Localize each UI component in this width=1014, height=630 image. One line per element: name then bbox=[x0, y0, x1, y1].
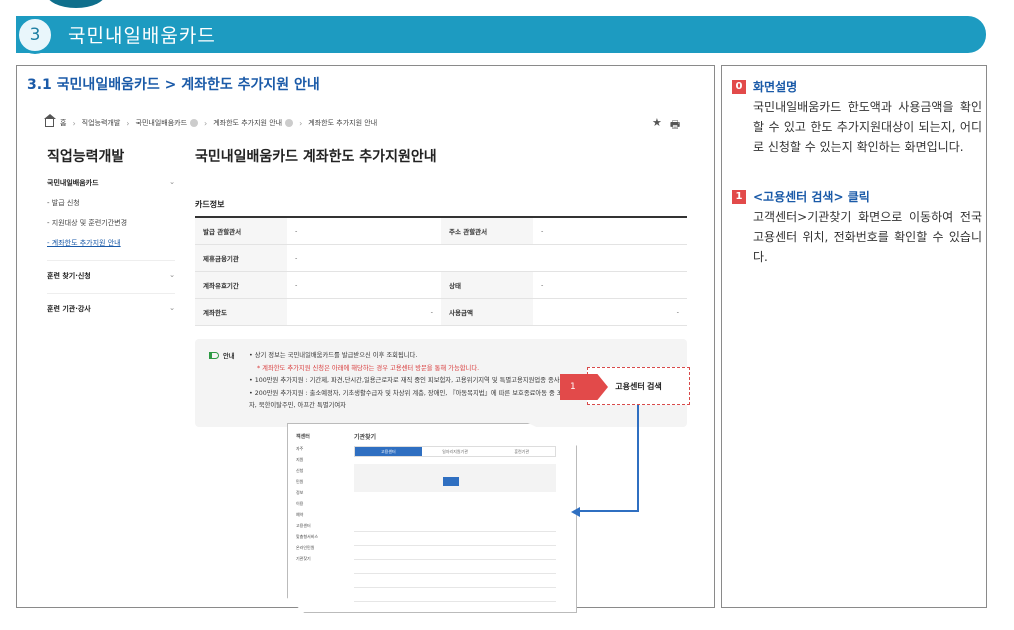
table-header-cell: 계좌유효기간 bbox=[195, 271, 287, 299]
result-screen-thumbnail: 객센터 자주 지원 신청 민원 정보 이용 예약 고용센터 맞춤형서비스 온라인… bbox=[287, 423, 577, 613]
table-cell: - bbox=[287, 271, 441, 299]
notice-line: • 상기 정보는 국민내일배움카드를 발급받으신 이후 조회됩니다. bbox=[249, 352, 418, 359]
thumbnail-side-item: 신청 bbox=[296, 468, 304, 473]
dropdown-icon bbox=[285, 119, 294, 127]
description-item-1: 1 <고용센터 검색> 클릭 고객센터>기관찾기 화면으로 이동하여 전국 고용센… bbox=[732, 187, 982, 267]
step-badge: 0 bbox=[732, 80, 746, 94]
chevron-down-icon: ⌄ bbox=[169, 271, 175, 279]
content-heading: 국민내일배움카드 계좌한도 추가지원안내 bbox=[195, 149, 437, 165]
sidebar-group-institutions[interactable]: 훈련 기관·강사 ⌄ bbox=[47, 293, 175, 314]
chevron-right-icon: › bbox=[299, 118, 303, 128]
breadcrumb-current: 계좌한도 추가지원 안내 bbox=[308, 119, 378, 127]
thumbnail-row bbox=[354, 548, 556, 560]
employment-center-search-button[interactable]: 고용센터 검색 bbox=[615, 380, 662, 392]
chevron-down-icon: ⌄ bbox=[169, 178, 175, 186]
page-title: 국민내일배움카드 bbox=[68, 25, 216, 47]
section-title: 3.1 국민내일배움카드 > 계좌한도 추가지원 안내 bbox=[27, 77, 320, 93]
connector-arrow-line bbox=[579, 510, 639, 512]
description-panel: 0 화면설명 국민내일배움카드 한도액과 사용금액을 확인할 수 있고 한도 추가… bbox=[721, 65, 987, 608]
breadcrumb-item[interactable]: 계좌한도 추가지원 안내 bbox=[213, 118, 294, 128]
description-title: <고용센터 검색> 클릭 bbox=[753, 190, 870, 204]
chevron-right-icon: › bbox=[72, 118, 76, 128]
description-body: 국민내일배움카드 한도액과 사용금액을 확인할 수 있고 한도 추가지원대상이 … bbox=[753, 100, 982, 154]
thumbnail-side-title: 객센터 bbox=[296, 434, 310, 440]
table-header-cell: 주소 관할관서 bbox=[441, 217, 533, 245]
thumbnail-sidebar: 객센터 자주 지원 신청 민원 정보 이용 예약 고용센터 맞춤형서비스 온라인… bbox=[296, 432, 348, 564]
thumbnail-side-item: 맞춤형서비스 bbox=[296, 534, 319, 539]
thumbnail-row bbox=[354, 562, 556, 574]
thumbnail-side-item: 이용 bbox=[296, 501, 304, 506]
print-icon[interactable]: 🖶 bbox=[670, 116, 680, 135]
header-decoration bbox=[46, 0, 106, 8]
thumbnail-side-item: 기관찾기 bbox=[296, 556, 311, 561]
table-row: 계좌한도 - 사용금액 - bbox=[195, 298, 687, 326]
table-header-cell: 상태 bbox=[441, 271, 533, 299]
thumbnail-side-item: 예약 bbox=[296, 512, 304, 517]
card-info-table: 발급 관할관서 - 주소 관할관서 - 제휴금융기관 - 계좌유효기간 - 상태… bbox=[195, 216, 687, 326]
table-header-cell: 제휴금융기관 bbox=[195, 244, 287, 272]
thumbnail-side-item: 민원 bbox=[296, 479, 304, 484]
table-header-cell: 계좌한도 bbox=[195, 298, 287, 326]
table-header-cell: 발급 관할관서 bbox=[195, 217, 287, 245]
connector-arrow-line bbox=[637, 405, 639, 512]
star-icon[interactable]: ★ bbox=[652, 116, 662, 135]
description-item-0: 0 화면설명 국민내일배움카드 한도액과 사용금액을 확인할 수 있고 한도 추가… bbox=[732, 77, 982, 157]
thumbnail-row bbox=[354, 590, 556, 602]
arrow-left-icon bbox=[571, 507, 580, 517]
sidebar-item-limit-support[interactable]: - 계좌한도 추가지원 안내 bbox=[47, 238, 175, 248]
chevron-right-icon: › bbox=[126, 118, 130, 128]
table-cell: - bbox=[287, 298, 441, 326]
thumbnail-row bbox=[354, 520, 556, 532]
table-row: 발급 관할관서 - 주소 관할관서 - bbox=[195, 217, 687, 245]
table-header-cell: 사용금액 bbox=[441, 298, 533, 326]
table-cell: - bbox=[533, 271, 687, 299]
thumbnail-tab: 일자리지원기관 bbox=[442, 449, 468, 454]
step-badge: 1 bbox=[732, 190, 746, 204]
dropdown-icon bbox=[190, 119, 199, 127]
thumbnail-side-item: 온라인민원 bbox=[296, 545, 315, 550]
page-actions: ★ 🖶 bbox=[652, 116, 680, 135]
thumbnail-tabs: 고용센터 일자리지원기관 훈련기관 bbox=[354, 446, 556, 457]
description-title: 화면설명 bbox=[753, 80, 798, 94]
sidebar-group-card[interactable]: 국민내일배움카드 ⌄ bbox=[47, 178, 175, 188]
thumbnail-title: 기관찾기 bbox=[354, 434, 377, 441]
thumbnail-side-item: 지원 bbox=[296, 457, 304, 462]
table-row: 계좌유효기간 - 상태 - bbox=[195, 271, 687, 299]
chevron-right-icon: › bbox=[204, 118, 208, 128]
sidebar-item-eligibility[interactable]: - 지원대상 및 훈련기간변경 bbox=[47, 218, 175, 228]
notice-label: 안내 bbox=[209, 351, 235, 360]
sidebar-heading: 직업능력개발 bbox=[47, 149, 125, 165]
thumbnail-side-item: 정보 bbox=[296, 490, 304, 495]
card-info-title: 카드정보 bbox=[195, 200, 225, 209]
table-cell: - bbox=[287, 244, 687, 272]
table-cell: - bbox=[533, 298, 687, 326]
thumbnail-tab: 고용센터 bbox=[355, 447, 422, 456]
table-cell: - bbox=[533, 217, 687, 245]
section-number-badge: 3 bbox=[16, 16, 54, 54]
breadcrumb-home[interactable]: 홈 bbox=[60, 118, 66, 128]
sidebar-group-training-search[interactable]: 훈련 찾기·신청 ⌄ bbox=[47, 260, 175, 281]
breadcrumb: 홈 › 직업능력개발 › 국민내일배움카드 › 계좌한도 추가지원 안내 › 계… bbox=[44, 114, 378, 128]
chevron-down-icon: ⌄ bbox=[169, 304, 175, 312]
thumbnail-row bbox=[354, 576, 556, 588]
thumbnail-side-item: 자주 bbox=[296, 446, 304, 451]
thumbnail-search-button bbox=[443, 477, 459, 486]
thumbnail-side-item: 고용센터 bbox=[296, 523, 311, 528]
thumbnail-row bbox=[354, 534, 556, 546]
table-cell: - bbox=[287, 217, 441, 245]
megaphone-icon bbox=[209, 352, 219, 359]
description-body: 고객센터>기관찾기 화면으로 이동하여 전국 고용센터 위치, 전화번호를 확인… bbox=[753, 210, 982, 264]
breadcrumb-item[interactable]: 국민내일배움카드 bbox=[136, 118, 199, 128]
sidebar-item-apply[interactable]: - 발급 신청 bbox=[47, 198, 175, 208]
sidebar: 국민내일배움카드 ⌄ - 발급 신청 - 지원대상 및 훈련기간변경 - 계좌한도… bbox=[47, 178, 175, 318]
thumbnail-tab: 훈련기관 bbox=[514, 449, 530, 454]
table-row: 제휴금융기관 - bbox=[195, 244, 687, 272]
breadcrumb-item[interactable]: 직업능력개발 bbox=[82, 118, 121, 128]
home-icon[interactable] bbox=[44, 114, 56, 127]
